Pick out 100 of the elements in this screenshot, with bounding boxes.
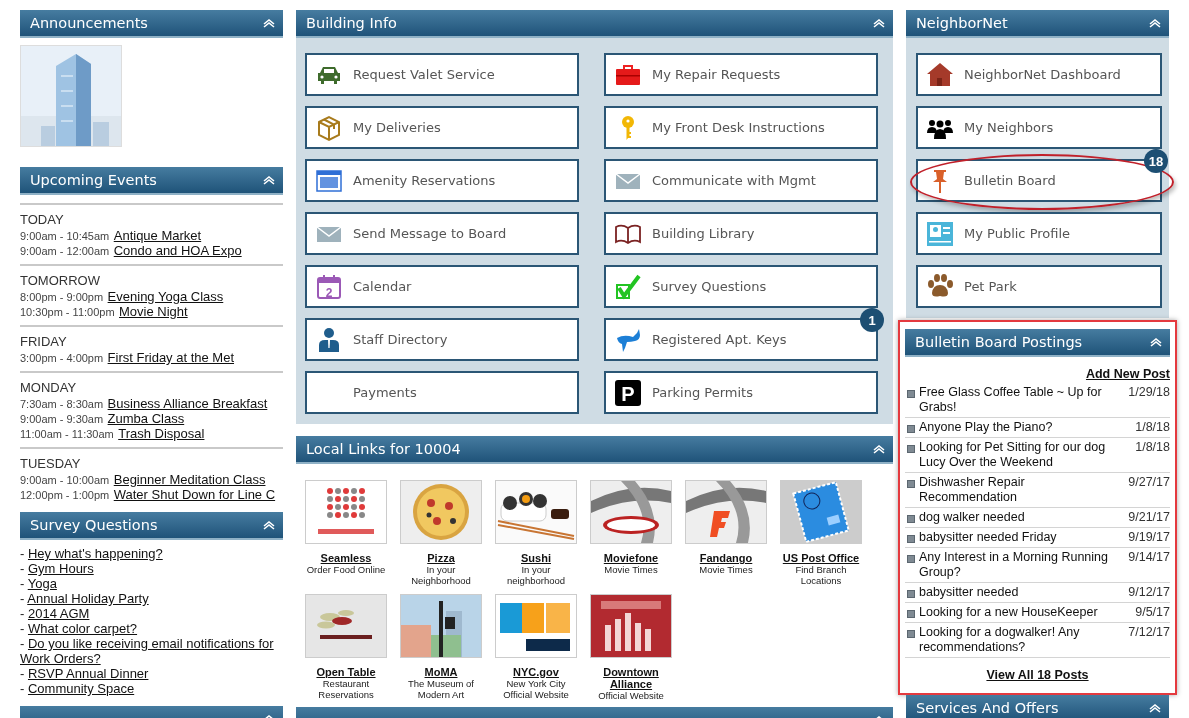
event-time: 7:30am - 8:30am [20,398,104,410]
menu-button[interactable]: My Public Profile [916,212,1162,255]
menu-button[interactable]: Send Message to Board [305,212,579,255]
menu-button[interactable]: My Neighbors [916,106,1162,149]
view-all-link[interactable]: View All 18 Posts [986,668,1089,682]
count-badge: 1 [860,308,884,332]
post-link[interactable]: dog walker needed [919,510,1123,525]
add-post-link[interactable]: Add New Post [1085,367,1170,381]
event-time: 10:30pm - 11:00pm [20,306,115,318]
link-title[interactable]: US Post Office [782,552,860,564]
survey-link[interactable]: - RSVP Annual Dinner [20,666,283,681]
panel-title: Announcements [30,15,148,31]
post-link[interactable]: Anyone Play the Piano? [919,420,1130,435]
day-heading: FRIDAY [20,334,68,349]
link-title[interactable]: Sushi [521,552,551,564]
post-link[interactable]: babysitter needed Friday [919,530,1123,545]
menu-button[interactable]: My Front Desk Instructions [604,106,878,149]
link-subtitle: Official Website [598,690,664,701]
post-date: 1/8/18 [1135,420,1170,435]
link-title[interactable]: Moviefone [603,552,659,564]
survey-link[interactable]: - Yoga [20,576,283,591]
survey-link[interactable]: - Annual Holiday Party [20,591,283,606]
event-link[interactable]: First Friday at the Met [107,350,235,365]
link-subtitle: Restaurant Reservations [317,678,375,700]
survey-link[interactable]: - What color carpet? [20,621,283,636]
event-link[interactable]: Evening Yoga Class [107,289,224,304]
post-link[interactable]: Any Interest in a Morning Running Group? [919,550,1123,580]
post-date: 1/29/18 [1128,385,1170,400]
post-link[interactable]: Free Glass Coffee Table ~ Up for Grabs! [919,385,1123,415]
post-date: 7/12/17 [1128,625,1170,640]
link-title[interactable]: MoMA [424,666,458,678]
menu-button[interactable]: Building Library [604,212,878,255]
menu-button[interactable]: Staff Directory [305,318,579,361]
event-time: 3:00pm - 4:00pm [20,352,104,364]
panel-title: Bulletin Board Postings [915,334,1083,350]
event-time: 9:00am - 10:45am [20,230,110,242]
menu-button[interactable]: Communicate with Mgmt [604,159,878,202]
menu-button[interactable]: NeighborNet Dashboard [916,53,1162,96]
event-time: 11:00am - 11:30am [20,428,114,440]
menu-button[interactable]: Pet Park [916,265,1162,308]
post-link[interactable]: Dishwasher Repair Recommendation [919,475,1123,505]
link-title[interactable]: Open Table [316,666,376,678]
panel-title: Services And Offers [916,700,1059,716]
day-heading: TOMORROW [20,273,101,288]
menu-button[interactable]: My Repair Requests [604,53,878,96]
event-link[interactable]: Water Shut Down for Line C [113,487,276,502]
link-subtitle: The Museum of Modern Art [407,678,475,700]
link-title[interactable]: NYC.gov [513,666,559,678]
event-link[interactable]: Movie Night [119,304,188,319]
menu-button[interactable]: Survey Questions [604,265,878,308]
link-subtitle: Movie Times [604,564,658,575]
event-time: 12:00pm - 1:00pm [20,489,110,501]
link-subtitle: New York City Official Website [502,678,570,700]
post-date: 9/21/17 [1128,510,1170,525]
post-link[interactable]: Looking for a new HouseKeeper [919,605,1130,620]
post-date: 9/14/17 [1128,550,1170,565]
event-link[interactable]: Beginner Meditation Class [113,472,266,487]
event-link[interactable]: Antique Market [113,228,202,243]
panel-title: Upcoming Events [30,172,157,188]
event-time: 8:00pm - 9:00pm [20,291,104,303]
panel-title: NeighborNet [916,15,1008,31]
link-title[interactable]: Pizza [427,552,455,564]
survey-link[interactable]: - 2014 AGM [20,606,283,621]
post-link[interactable]: babysitter needed [919,585,1123,600]
day-heading: TODAY [20,212,65,227]
link-title[interactable]: Fandango [699,552,753,564]
link-subtitle: Find Branch Locations [794,564,848,586]
event-link[interactable]: Trash Disposal [118,426,205,441]
post-date: 1/8/18 [1135,440,1170,455]
post-date: 9/19/17 [1128,530,1170,545]
menu-button[interactable]: My Deliveries [305,106,579,149]
event-time: 9:00am - 12:00am [20,245,110,257]
link-title[interactable]: Seamless [320,552,372,564]
link-subtitle: In your Neighborhood [410,564,472,586]
survey-link[interactable]: - Hey what's happening? [20,546,283,561]
post-date: 9/12/17 [1128,585,1170,600]
menu-button[interactable]: 2 Calendar [305,265,579,308]
survey-link[interactable]: - Community Space [20,681,283,696]
link-subtitle: In your neighborhood [505,564,567,586]
menu-button[interactable]: Request Valet Service [305,53,579,96]
post-link[interactable]: Looking for a dogwalker! Any recommendations? [919,625,1123,655]
event-time: 9:00am - 9:30am [20,413,104,425]
menu-button[interactable]: P Parking Permits [604,371,878,414]
menu-button[interactable]: Amenity Reservations [305,159,579,202]
link-subtitle: Movie Times [699,564,753,575]
post-date: 9/5/17 [1135,605,1170,620]
event-link[interactable]: Zumba Class [107,411,185,426]
link-title[interactable]: Downtown Alliance [591,666,671,690]
post-date: 9/27/17 [1128,475,1170,490]
survey-link[interactable]: - Gym Hours [20,561,283,576]
survey-link[interactable]: - Do you like receiving email notifications for Work Orders? [20,636,283,666]
menu-button[interactable]: Payments [305,371,579,414]
panel-title: Local Links for 10004 [306,441,461,457]
event-link[interactable]: Condo and HOA Expo [113,243,242,258]
day-heading: TUESDAY [20,456,82,471]
event-time: 9:00am - 10:00am [20,474,110,486]
count-badge: 18 [1144,149,1168,173]
parking-icon: P [614,378,642,407]
post-link[interactable]: Looking for Pet Sitting for our dog Lucy Over the Weekend [919,440,1130,470]
event-link[interactable]: Business Alliance Breakfast [107,396,268,411]
